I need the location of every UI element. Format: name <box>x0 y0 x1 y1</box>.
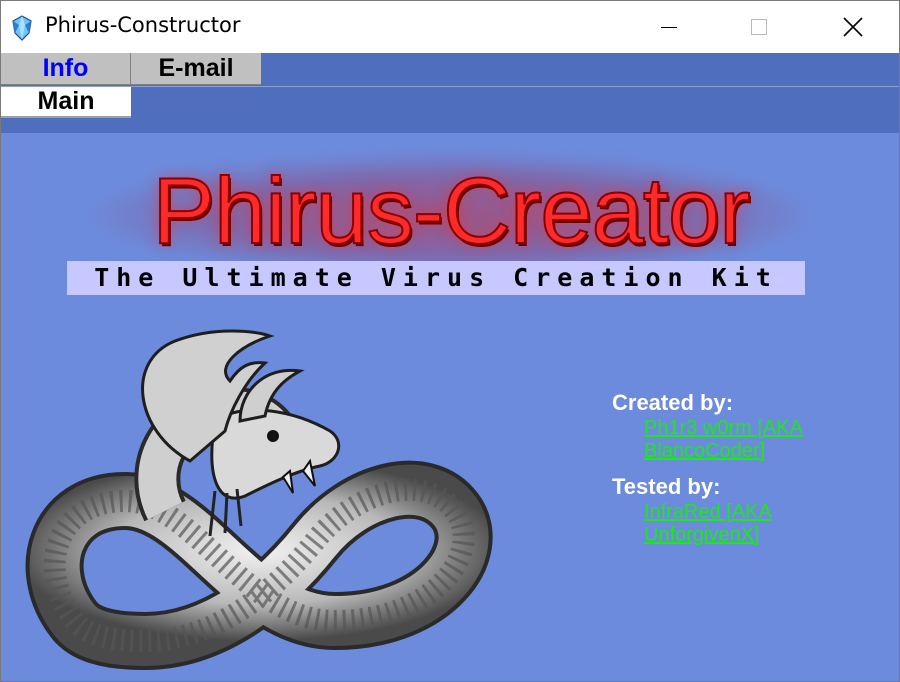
close-button[interactable] <box>807 1 899 53</box>
tab-main[interactable]: Main <box>1 87 131 118</box>
title-bar[interactable]: Phirus-Constructor <box>1 1 899 53</box>
tab-info[interactable]: Info <box>1 53 131 85</box>
maximize-icon <box>751 19 767 35</box>
maximize-button[interactable] <box>713 1 805 53</box>
window-title: Phirus-Constructor <box>45 13 241 37</box>
tab-email[interactable]: E-mail <box>131 53 261 85</box>
tab-divider <box>1 86 899 87</box>
created-by-label: Created by: <box>612 390 734 415</box>
credits-panel: Created by: Ph1r3 w0rm [AKA BlancoCoder]… <box>612 389 882 547</box>
crystal-app-icon <box>12 15 32 41</box>
tab-row-top: Info E-mail <box>1 53 261 86</box>
minimize-button[interactable] <box>623 1 715 53</box>
tab-strip: Info E-mail Main <box>1 53 899 133</box>
serpent-illustration <box>25 329 493 670</box>
main-panel: Info E-mail Main Phirus-Creator The Ulti… <box>1 53 899 681</box>
app-window: Phirus-Constructor Info E-mail Main Phir… <box>0 0 900 682</box>
tester-link[interactable]: InfraRed [AKA UnforgivenX] <box>644 501 844 547</box>
tested-by-label: Tested by: <box>612 474 721 499</box>
minimize-icon <box>661 26 677 28</box>
close-icon <box>843 17 863 37</box>
logo-title: Phirus-Creator <box>151 157 751 264</box>
logo-tagline: The Ultimate Virus Creation Kit <box>67 261 805 295</box>
creator-link[interactable]: Ph1r3 w0rm [AKA BlancoCoder] <box>644 417 844 463</box>
